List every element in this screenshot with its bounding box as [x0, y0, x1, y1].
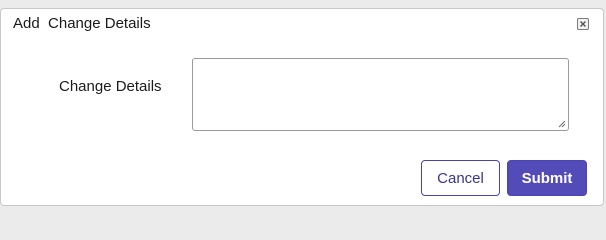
- resize-grip-icon[interactable]: [558, 120, 566, 128]
- close-icon: [580, 21, 586, 27]
- cancel-button[interactable]: Cancel: [421, 160, 500, 196]
- submit-button[interactable]: Submit: [507, 160, 587, 196]
- background-strip: [0, 211, 606, 217]
- add-change-details-dialog: Add Change Details Change Details Cancel…: [0, 8, 604, 206]
- change-details-textarea[interactable]: [192, 58, 569, 131]
- change-details-field-wrapper: [192, 58, 569, 131]
- change-details-label: Change Details: [59, 78, 162, 95]
- dialog-title: Add Change Details: [13, 15, 151, 32]
- close-button[interactable]: [577, 18, 589, 30]
